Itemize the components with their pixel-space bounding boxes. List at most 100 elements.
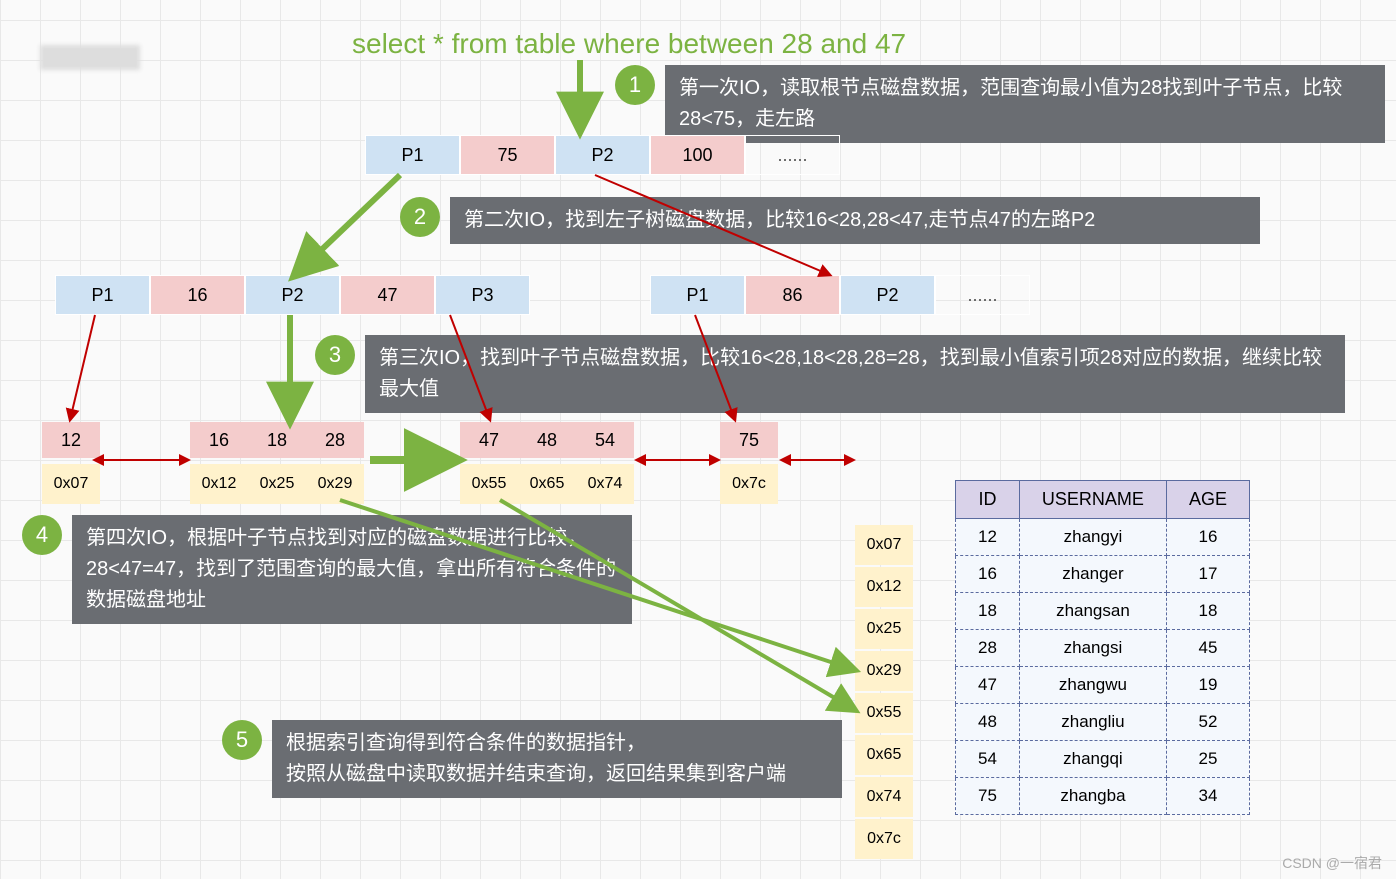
root-p1: P1 xyxy=(365,135,460,175)
table-cell: 12 xyxy=(956,519,1020,556)
table-row: 16zhanger17 xyxy=(956,556,1250,593)
leaf2-k2: 28 xyxy=(306,422,364,458)
step-text-2: 第二次IO，找到左子树磁盘数据，比较16<28,28<47,走节点47的左路P2 xyxy=(450,197,1260,244)
leaf3-k2: 54 xyxy=(576,422,634,458)
blur-redaction xyxy=(40,45,140,70)
leaf4-a0: 0x7c xyxy=(720,464,778,504)
root-dots: ...... xyxy=(745,135,840,175)
root-k1: 75 xyxy=(460,135,555,175)
rc-k1: 86 xyxy=(745,275,840,315)
query-title: select * from table where between 28 and… xyxy=(352,28,906,60)
lc-p3: P3 xyxy=(435,275,530,315)
root-node: P1 75 P2 100 ...... xyxy=(365,135,840,175)
th-id: ID xyxy=(956,481,1020,519)
step-badge-5: 5 xyxy=(222,720,262,760)
leaf3-k0: 47 xyxy=(460,422,518,458)
table-row: 12zhangyi16 xyxy=(956,519,1250,556)
watermark: CSDN @一宿君 xyxy=(1282,853,1382,873)
table-cell: zhangsan xyxy=(1019,593,1166,630)
step-badge-1: 1 xyxy=(615,65,655,105)
addr-3: 0x29 xyxy=(855,651,913,691)
table-row: 18zhangsan18 xyxy=(956,593,1250,630)
table-cell: 18 xyxy=(1166,593,1249,630)
step-badge-4: 4 xyxy=(22,515,62,555)
table-cell: 16 xyxy=(956,556,1020,593)
table-cell: 17 xyxy=(1166,556,1249,593)
addr-0: 0x07 xyxy=(855,525,913,565)
leaf-4: 75 0x7c xyxy=(720,422,778,504)
table-cell: zhangqi xyxy=(1019,741,1166,778)
root-k2: 100 xyxy=(650,135,745,175)
addr-4: 0x55 xyxy=(855,693,913,733)
step-3: 3 第三次IO，找到叶子节点磁盘数据，比较16<28,18<28,28=28，找… xyxy=(315,335,1345,413)
rc-p2: P2 xyxy=(840,275,935,315)
step-text-4: 第四次IO，根据叶子节点找到对应的磁盘数据进行比较，28<47=47，找到了范围… xyxy=(72,515,632,624)
right-child-node: P1 86 P2 ...... xyxy=(650,275,1030,315)
step-text-3: 第三次IO，找到叶子节点磁盘数据，比较16<28,18<28,28=28，找到最… xyxy=(365,335,1345,413)
leaf3-a1: 0x65 xyxy=(518,464,576,504)
leaf-2: 16 18 28 0x12 0x25 0x29 xyxy=(190,422,364,504)
leaf1-a0: 0x07 xyxy=(42,464,100,504)
table-cell: 16 xyxy=(1166,519,1249,556)
leaf3-k1: 48 xyxy=(518,422,576,458)
leaf3-a0: 0x55 xyxy=(460,464,518,504)
leaf2-a0: 0x12 xyxy=(190,464,248,504)
leaf3-a2: 0x74 xyxy=(576,464,634,504)
table-cell: zhangba xyxy=(1019,778,1166,815)
table-cell: zhanger xyxy=(1019,556,1166,593)
step-4: 4 第四次IO，根据叶子节点找到对应的磁盘数据进行比较，28<47=47，找到了… xyxy=(22,515,632,624)
table-cell: zhangyi xyxy=(1019,519,1166,556)
table-row: 75zhangba34 xyxy=(956,778,1250,815)
table-cell: zhangsi xyxy=(1019,630,1166,667)
table-cell: 25 xyxy=(1166,741,1249,778)
lc-p1: P1 xyxy=(55,275,150,315)
step-1: 1 第一次IO，读取根节点磁盘数据，范围查询最小值为28找到叶子节点，比较28<… xyxy=(615,65,1385,143)
table-cell: 34 xyxy=(1166,778,1249,815)
table-cell: zhangliu xyxy=(1019,704,1166,741)
table-row: 48zhangliu52 xyxy=(956,704,1250,741)
data-table: ID USERNAME AGE 12zhangyi1616zhanger1718… xyxy=(955,480,1250,815)
table-cell: zhangwu xyxy=(1019,667,1166,704)
addr-2: 0x25 xyxy=(855,609,913,649)
leaf-3: 47 48 54 0x55 0x65 0x74 xyxy=(460,422,634,504)
step-badge-3: 3 xyxy=(315,335,355,375)
step-5: 5 根据索引查询得到符合条件的数据指针， 按照从磁盘中读取数据并结束查询，返回结… xyxy=(222,720,842,798)
addr-7: 0x7c xyxy=(855,819,913,859)
addr-5: 0x65 xyxy=(855,735,913,775)
step-text-1: 第一次IO，读取根节点磁盘数据，范围查询最小值为28找到叶子节点，比较28<75… xyxy=(665,65,1385,143)
rc-dots: ...... xyxy=(935,275,1030,315)
table-row: 47zhangwu19 xyxy=(956,667,1250,704)
leaf-1: 12 0x07 xyxy=(42,422,100,504)
step-text-5: 根据索引查询得到符合条件的数据指针， 按照从磁盘中读取数据并结束查询，返回结果集… xyxy=(272,720,842,798)
leaf2-k1: 18 xyxy=(248,422,306,458)
address-list: 0x07 0x12 0x25 0x29 0x55 0x65 0x74 0x7c xyxy=(855,525,913,861)
table-cell: 75 xyxy=(956,778,1020,815)
table-cell: 45 xyxy=(1166,630,1249,667)
left-child-node: P1 16 P2 47 P3 xyxy=(55,275,530,315)
table-cell: 28 xyxy=(956,630,1020,667)
root-p2: P2 xyxy=(555,135,650,175)
table-cell: 54 xyxy=(956,741,1020,778)
lc-k2: 47 xyxy=(340,275,435,315)
addr-6: 0x74 xyxy=(855,777,913,817)
table-row: 28zhangsi45 xyxy=(956,630,1250,667)
data-table-wrap: ID USERNAME AGE 12zhangyi1616zhanger1718… xyxy=(955,480,1250,815)
th-username: USERNAME xyxy=(1019,481,1166,519)
step-2: 2 第二次IO，找到左子树磁盘数据，比较16<28,28<47,走节点47的左路… xyxy=(400,197,1260,244)
addr-1: 0x12 xyxy=(855,567,913,607)
table-cell: 48 xyxy=(956,704,1020,741)
leaf2-a2: 0x29 xyxy=(306,464,364,504)
th-age: AGE xyxy=(1166,481,1249,519)
table-cell: 47 xyxy=(956,667,1020,704)
step-badge-2: 2 xyxy=(400,197,440,237)
leaf1-k0: 12 xyxy=(42,422,100,458)
table-row: 54zhangqi25 xyxy=(956,741,1250,778)
leaf4-k0: 75 xyxy=(720,422,778,458)
table-cell: 52 xyxy=(1166,704,1249,741)
table-cell: 18 xyxy=(956,593,1020,630)
leaf2-a1: 0x25 xyxy=(248,464,306,504)
lc-p2: P2 xyxy=(245,275,340,315)
rc-p1: P1 xyxy=(650,275,745,315)
leaf2-k0: 16 xyxy=(190,422,248,458)
table-cell: 19 xyxy=(1166,667,1249,704)
